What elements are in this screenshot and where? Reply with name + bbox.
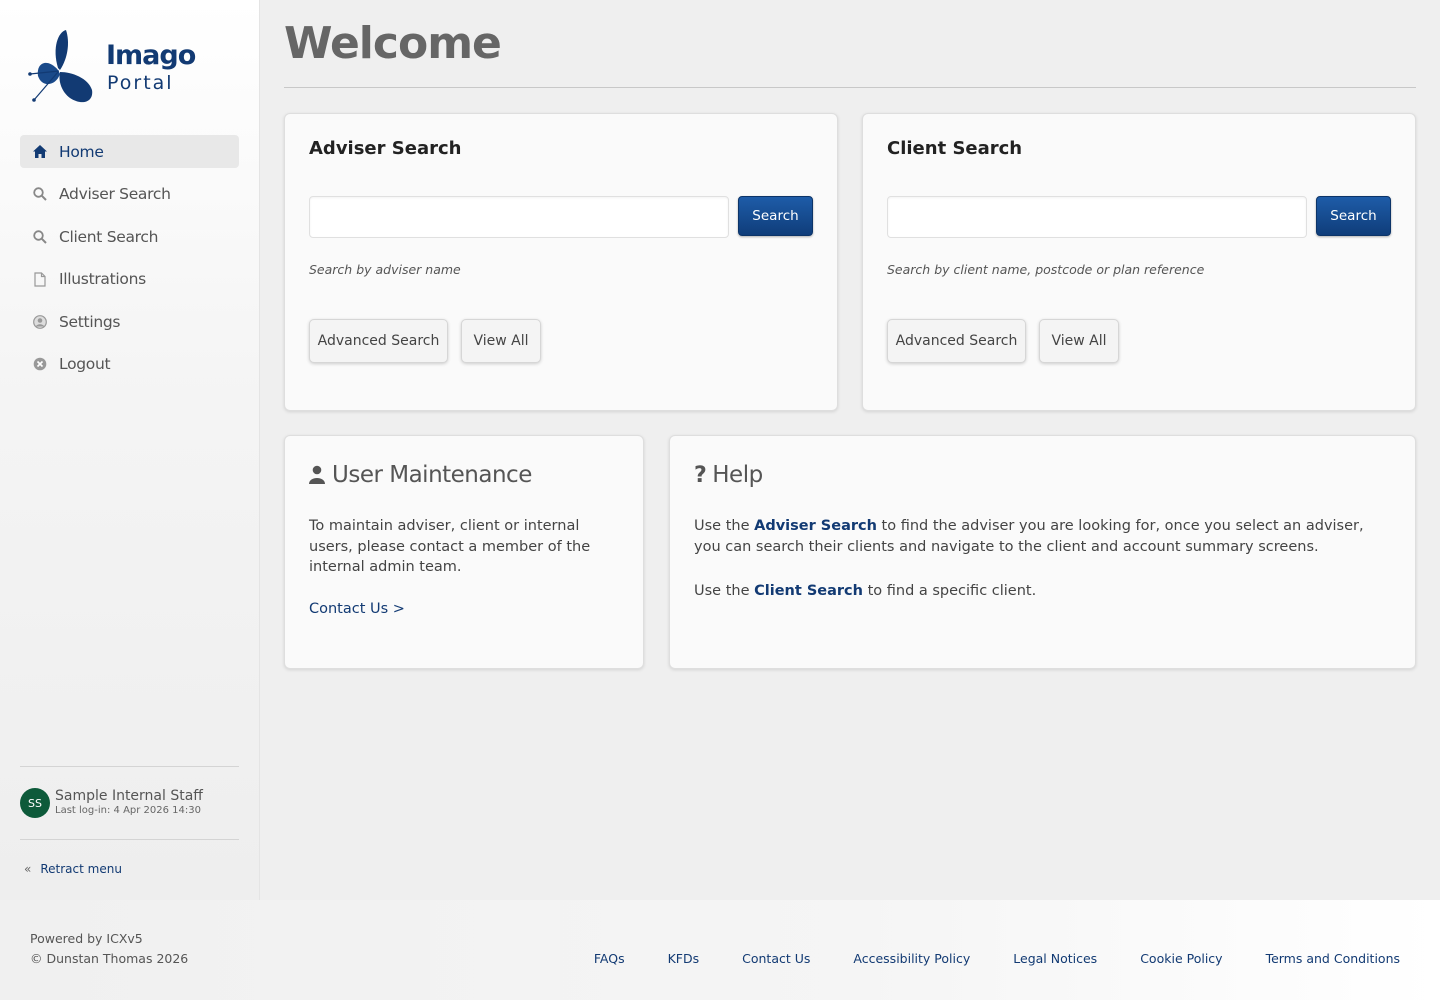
imago-portal-logo[interactable]: Imago Portal <box>28 28 198 108</box>
retract-menu-link[interactable]: « Retract menu <box>24 862 122 876</box>
sidebar-nav: Home Adviser Search Client Search Illust… <box>20 135 239 390</box>
document-icon <box>32 271 47 287</box>
client-search-button[interactable]: Search <box>1316 196 1391 236</box>
client-search-input[interactable] <box>887 196 1307 238</box>
sidebar-item-home[interactable]: Home <box>20 135 239 168</box>
user-name: Sample Internal Staff <box>55 788 203 804</box>
sidebar-item-settings[interactable]: Settings <box>20 305 239 338</box>
sidebar-item-label: Home <box>59 142 104 161</box>
sidebar-item-label: Settings <box>59 312 121 331</box>
help-paragraph-2: Use the Client Search to find a specific… <box>694 581 1394 602</box>
adviser-search-hint: Search by adviser name <box>309 262 461 277</box>
retract-menu-label: Retract menu <box>40 862 122 876</box>
help-paragraph-1: Use the Adviser Search to find the advis… <box>694 516 1394 557</box>
logo-word-portal: Portal <box>107 72 174 94</box>
client-search-card: Client Search Search Search by client na… <box>862 113 1416 411</box>
sidebar-item-label: Adviser Search <box>59 185 171 203</box>
close-circle-icon <box>32 357 47 372</box>
copyright: © Dunstan Thomas 2026 <box>30 951 189 966</box>
help-heading: ? Help <box>694 462 763 488</box>
sidebar-item-illustrations[interactable]: Illustrations <box>20 263 239 296</box>
adviser-search-button[interactable]: Search <box>738 196 813 236</box>
footer: Powered by ICXv5 © Dunstan Thomas 2026 F… <box>0 900 1440 1000</box>
logo-word-imago: Imago <box>106 40 196 71</box>
adviser-advanced-search-button[interactable]: Advanced Search <box>309 319 448 363</box>
footer-link-terms[interactable]: Terms and Conditions <box>1266 951 1400 966</box>
home-icon <box>32 144 47 159</box>
user-icon <box>309 465 325 484</box>
client-search-help-link[interactable]: Client Search <box>754 583 863 599</box>
title-divider <box>284 87 1416 88</box>
footer-link-contact-us[interactable]: Contact Us <box>742 951 810 966</box>
sidebar-item-label: Client Search <box>59 227 159 246</box>
avatar: SS <box>20 788 50 818</box>
question-icon: ? <box>694 462 707 488</box>
last-login: Last log-in: 4 Apr 2026 14:30 <box>55 805 201 816</box>
double-chevron-left-icon: « <box>24 862 32 876</box>
footer-link-faqs[interactable]: FAQs <box>594 951 625 966</box>
footer-links: FAQs KFDs Contact Us Accessibility Polic… <box>551 951 1400 966</box>
client-advanced-search-button[interactable]: Advanced Search <box>887 319 1026 363</box>
help-text: to find a specific client. <box>862 583 1037 599</box>
footer-link-cookie-policy[interactable]: Cookie Policy <box>1140 951 1222 966</box>
sidebar-item-label: Illustrations <box>59 270 146 288</box>
sidebar-divider <box>20 766 239 767</box>
contact-us-link[interactable]: Contact Us > <box>309 601 405 617</box>
search-icon <box>32 187 47 202</box>
adviser-search-help-link[interactable]: Adviser Search <box>754 518 877 534</box>
sidebar-divider <box>20 839 239 840</box>
help-text: Use the <box>694 583 755 599</box>
search-icon <box>32 229 47 244</box>
powered-by: Powered by ICXv5 <box>30 931 143 946</box>
help-card: ? Help Use the Adviser Search to find th… <box>669 435 1416 669</box>
sidebar-item-logout[interactable]: Logout <box>20 348 239 381</box>
user-maintenance-heading: User Maintenance <box>309 462 532 488</box>
sidebar-item-label: Logout <box>59 355 111 373</box>
sidebar: Imago Portal Home Adviser Search Client … <box>0 0 260 900</box>
help-text: Use the <box>694 518 755 534</box>
help-title: Help <box>712 462 763 488</box>
user-profile[interactable]: SS Sample Internal Staff Last log-in: 4 … <box>20 788 203 818</box>
sidebar-item-adviser-search[interactable]: Adviser Search <box>20 178 239 211</box>
client-search-title: Client Search <box>887 138 1023 159</box>
butterfly-icon <box>28 30 93 103</box>
user-maintenance-title: User Maintenance <box>332 462 532 488</box>
footer-link-kfds[interactable]: KFDs <box>668 951 700 966</box>
footer-link-accessibility-policy[interactable]: Accessibility Policy <box>853 951 970 966</box>
client-view-all-button[interactable]: View All <box>1039 319 1119 363</box>
sidebar-item-client-search[interactable]: Client Search <box>20 220 239 253</box>
user-maintenance-text: To maintain adviser, client or internal … <box>309 518 591 575</box>
user-maintenance-card: User Maintenance To maintain adviser, cl… <box>284 435 644 669</box>
client-search-hint: Search by client name, postcode or plan … <box>887 262 1205 277</box>
page-title: Welcome <box>284 18 502 69</box>
adviser-search-card: Adviser Search Search Search by adviser … <box>284 113 838 411</box>
adviser-view-all-button[interactable]: View All <box>461 319 541 363</box>
adviser-search-input[interactable] <box>309 196 729 238</box>
adviser-search-title: Adviser Search <box>309 138 462 159</box>
footer-link-legal-notices[interactable]: Legal Notices <box>1013 951 1097 966</box>
user-circle-icon <box>32 314 47 329</box>
